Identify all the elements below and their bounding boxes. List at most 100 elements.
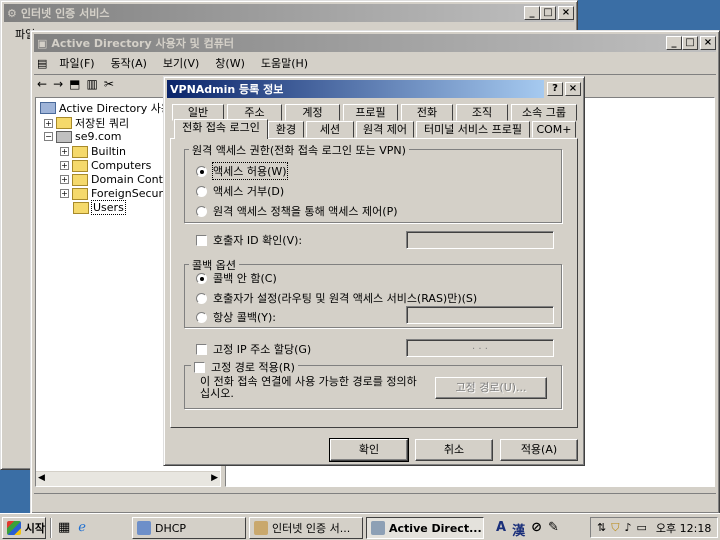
tree-users[interactable]: Users	[73, 200, 126, 215]
tree-root[interactable]: Active Directory 사용자	[40, 100, 181, 116]
forward-arrow-icon[interactable]: →	[53, 77, 63, 91]
radio-policy-control[interactable]: 원격 액세스 정책을 통해 액세스 제어(P)	[196, 203, 398, 219]
tab-account[interactable]: 계정	[285, 104, 340, 121]
ias-titlebar[interactable]: ⚙ 인터넷 인증 서비스	[4, 4, 574, 22]
radio-always-callback[interactable]: 항상 콜백(Y):	[196, 309, 276, 325]
tab-dialin[interactable]: 전화 접속 로그인	[174, 119, 268, 139]
directory-icon	[40, 102, 56, 114]
ad-icon	[371, 521, 385, 535]
ime-mode-a[interactable]: A	[496, 520, 506, 539]
ad-caption-buttons: _ □ ×	[666, 36, 716, 50]
task-dhcp[interactable]: DHCP	[132, 517, 246, 539]
tray-volume-icon[interactable]: ♪	[624, 521, 631, 534]
tree-saved-queries[interactable]: + 저장된 쿼리	[44, 115, 129, 131]
expand-icon[interactable]: +	[60, 189, 69, 198]
ok-button[interactable]: 확인	[329, 438, 409, 462]
open-folder-icon	[73, 201, 89, 214]
caller-id-field[interactable]	[406, 231, 554, 249]
radio-no-callback[interactable]: 콜백 안 함(C)	[196, 270, 277, 286]
callback-number-field[interactable]	[406, 306, 554, 324]
taskbar-divider	[50, 518, 52, 538]
tab-profile[interactable]: 프로필	[343, 104, 398, 121]
tree-builtin[interactable]: + Builtin	[60, 145, 126, 158]
radio-allow-access[interactable]: 액세스 허용(W)	[196, 162, 288, 180]
cancel-button[interactable]: 취소	[415, 439, 493, 461]
quick-launch: ▦ ℯ	[58, 520, 86, 535]
help-icon[interactable]: ?	[547, 82, 563, 96]
static-ip-field[interactable]: . . .	[406, 339, 554, 357]
minimize-icon[interactable]: _	[524, 6, 540, 20]
static-ip-checkbox[interactable]: 고정 IP 주소 할당(G)	[196, 341, 311, 357]
tab-member-of[interactable]: 소속 그룹	[511, 104, 577, 121]
static-routes-description: 이 전화 접속 연결에 사용 가능한 경로를 정의하십시오.	[200, 375, 417, 400]
menu-view[interactable]: 보기(V)	[157, 54, 205, 72]
show-desktop-icon[interactable]: ▦	[58, 520, 70, 535]
radio-on-icon	[196, 272, 207, 284]
tree-domain[interactable]: − se9.com	[44, 130, 122, 143]
ime-settings-icon[interactable]: ⊘	[531, 520, 542, 539]
domain-icon	[56, 130, 72, 143]
ime-mode-hanja[interactable]: 漢	[512, 520, 525, 539]
back-arrow-icon[interactable]: ←	[37, 77, 47, 91]
task-ias[interactable]: 인터넷 인증 서...	[249, 517, 363, 539]
ad-statusbar	[34, 493, 716, 511]
radio-set-by-caller[interactable]: 호출자가 설정(라우팅 및 원격 액세스 서비스(RAS)만)(S)	[196, 290, 477, 306]
cut-icon[interactable]: ✂	[104, 77, 114, 91]
radio-on-icon	[196, 165, 207, 177]
close-icon[interactable]: ×	[558, 6, 574, 20]
scroll-left-icon[interactable]: ◀	[38, 473, 45, 483]
start-button[interactable]: 시작	[2, 517, 46, 539]
tray-network-icon[interactable]: ⇅	[597, 521, 606, 534]
radio-deny-access[interactable]: 액세스 거부(D)	[196, 183, 284, 199]
dialog-caption-buttons: ? ×	[547, 82, 581, 96]
menu-action[interactable]: 동작(A)	[105, 54, 153, 72]
tray-monitor-icon[interactable]: ▭	[637, 521, 647, 534]
tab-terminal-services[interactable]: 터미널 서비스 프로필	[416, 121, 530, 138]
verify-caller-id-checkbox[interactable]: 호출자 ID 확인(V):	[196, 232, 302, 248]
show-tree-icon[interactable]: ▥	[86, 77, 97, 91]
tree-computers[interactable]: + Computers	[60, 159, 151, 172]
maximize-icon[interactable]: □	[682, 36, 698, 50]
apply-button[interactable]: 적용(A)	[500, 439, 578, 461]
radio-off-icon	[196, 205, 207, 217]
tray-shield-icon[interactable]: ⛉	[611, 521, 619, 535]
console-icon[interactable]: ▤	[35, 57, 49, 70]
minimize-icon[interactable]: _	[666, 36, 682, 50]
maximize-icon[interactable]: □	[540, 6, 556, 20]
folder-icon	[72, 187, 88, 200]
expand-icon[interactable]: +	[60, 147, 69, 156]
dialog-titlebar[interactable]: VPNAdmin 등록 정보	[167, 80, 544, 98]
tree-domain-controllers[interactable]: + Domain Contro	[60, 173, 174, 186]
menu-divider	[34, 74, 716, 75]
collapse-icon[interactable]: −	[44, 132, 53, 141]
expand-icon[interactable]: +	[44, 118, 53, 128]
internet-explorer-icon[interactable]: ℯ	[78, 520, 86, 535]
close-icon[interactable]: ×	[700, 36, 716, 50]
menu-file[interactable]: 파일(F)	[53, 54, 100, 72]
tab-sessions[interactable]: 세션	[306, 121, 354, 138]
tab-remote-control[interactable]: 원격 제어	[356, 121, 414, 138]
ime-pad-icon[interactable]: ✎	[548, 520, 559, 539]
tree-foreign-security[interactable]: + ForeignSecurit	[60, 187, 170, 200]
ou-folder-icon	[72, 173, 88, 186]
tree-hscrollbar[interactable]: ◀ ▶	[36, 471, 220, 486]
static-routes-checkbox[interactable]: 고정 경로 적용(R)	[191, 359, 298, 375]
tab-telephones[interactable]: 전화	[401, 104, 453, 121]
tab-environment[interactable]: 환경	[268, 121, 304, 138]
checkbox-icon	[196, 343, 207, 355]
vpnadmin-properties-dialog: VPNAdmin 등록 정보 ? × 일반 주소 계정 프로필 전화 조직 소속…	[163, 76, 585, 466]
menu-window[interactable]: 창(W)	[209, 54, 251, 72]
ad-titlebar[interactable]: ▣ Active Directory 사용자 및 컴퓨터	[34, 34, 716, 52]
scroll-right-icon[interactable]: ▶	[211, 473, 218, 483]
tab-com[interactable]: COM+	[532, 121, 576, 138]
clock: 오후 12:18	[655, 521, 712, 535]
up-folder-icon[interactable]: ⬒	[69, 77, 80, 91]
tab-organization[interactable]: 조직	[456, 104, 508, 121]
close-icon[interactable]: ×	[565, 82, 581, 96]
windows-logo-icon	[7, 521, 21, 535]
static-routes-button[interactable]: 고정 경로(U)...	[435, 377, 547, 399]
menu-help[interactable]: 도움말(H)	[255, 54, 314, 72]
expand-icon[interactable]: +	[60, 161, 69, 170]
task-active-directory[interactable]: Active Direct...	[366, 517, 484, 539]
expand-icon[interactable]: +	[60, 175, 69, 184]
